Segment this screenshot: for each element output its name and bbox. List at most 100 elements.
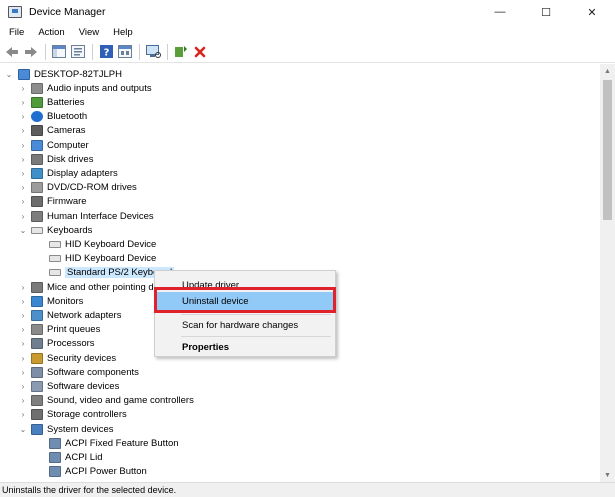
expand-icon[interactable]: › — [18, 95, 28, 109]
tree-category-item[interactable]: › Storage controllers — [18, 408, 127, 422]
keyboard-icon — [49, 255, 61, 263]
show-hide-console-tree-icon — [52, 45, 66, 58]
expand-icon[interactable]: › — [18, 81, 28, 95]
tree-category-item[interactable]: › Cameras — [18, 124, 86, 138]
expand-icon[interactable]: › — [18, 394, 28, 408]
device-manager-icon — [8, 6, 22, 18]
expand-icon[interactable]: › — [18, 294, 28, 308]
expand-icon[interactable]: › — [18, 152, 28, 166]
expand-icon[interactable]: › — [18, 181, 28, 195]
uninstall-device-button[interactable] — [191, 43, 209, 61]
menu-file[interactable]: File — [2, 24, 31, 41]
toolbar-separator — [92, 43, 93, 60]
tree-category-item[interactable]: › Software devices — [18, 379, 119, 393]
tree-item-label: Sound, video and game controllers — [47, 395, 194, 407]
tree-category-item[interactable]: › Bluetooth — [18, 110, 87, 124]
context-menu-scan-hardware[interactable]: Scan for hardware changes — [156, 316, 334, 334]
expand-icon[interactable]: › — [18, 351, 28, 365]
scan-hardware-button[interactable] — [144, 43, 162, 61]
tree-item-label: ACPI Power Button — [65, 466, 147, 478]
printer-icon — [31, 324, 43, 336]
scroll-down-icon[interactable]: ▼ — [600, 468, 615, 482]
expand-icon[interactable]: › — [18, 166, 28, 180]
menu-view[interactable]: View — [72, 24, 106, 41]
window-controls: — ☐ ✕ — [477, 0, 615, 24]
tree-device-item[interactable]: ACPI Power Button — [46, 465, 147, 479]
system-device-icon — [49, 451, 61, 463]
expand-icon[interactable]: › — [18, 138, 28, 152]
tree-root[interactable]: ⌄ DESKTOP-82TJLPH — [4, 67, 122, 81]
context-menu-properties[interactable]: Properties — [156, 338, 334, 356]
toolbar-separator — [167, 43, 168, 60]
dvd-icon — [31, 182, 43, 194]
tree-category-item[interactable]: › Monitors — [18, 294, 83, 308]
expand-icon[interactable]: › — [18, 408, 28, 422]
view-button[interactable] — [116, 43, 134, 61]
tree-category-item[interactable]: › Display adapters — [18, 166, 118, 180]
tree-category-item[interactable]: › Audio inputs and outputs — [18, 81, 152, 95]
display-icon — [31, 167, 43, 179]
tree-category-item[interactable]: › Software components — [18, 365, 139, 379]
scroll-up-icon[interactable]: ▲ — [600, 64, 615, 78]
back-button[interactable] — [3, 43, 21, 61]
maximize-button[interactable]: ☐ — [523, 0, 569, 24]
toolbar: ? — [0, 41, 615, 63]
tree-category-item[interactable]: › Security devices — [18, 351, 116, 365]
expand-icon[interactable]: › — [18, 323, 28, 337]
context-menu-separator — [181, 336, 331, 337]
tree-item-label: Bluetooth — [47, 111, 88, 123]
expand-icon[interactable]: › — [18, 110, 28, 124]
show-hide-console-tree-button[interactable] — [50, 43, 68, 61]
tree-category-item[interactable]: ⌄ System devices — [18, 422, 114, 436]
expand-icon[interactable]: › — [18, 195, 28, 209]
close-button[interactable]: ✕ — [569, 0, 615, 24]
tree-category-item[interactable]: › Human Interface Devices — [18, 209, 154, 223]
uninstall-callout-box — [154, 287, 336, 313]
expand-icon[interactable]: › — [18, 308, 28, 322]
tree-root-label: DESKTOP-82TJLPH — [34, 68, 122, 80]
tree-category-item[interactable]: › Disk drives — [18, 152, 93, 166]
help-button[interactable]: ? — [97, 43, 115, 61]
tree-device-item[interactable]: HID Keyboard Device — [46, 252, 156, 266]
tree-category-item[interactable]: › Batteries — [18, 95, 85, 109]
expand-icon[interactable]: › — [18, 124, 28, 138]
minimize-button[interactable]: — — [477, 0, 523, 24]
tree-category-item[interactable]: › DVD/CD-ROM drives — [18, 181, 137, 195]
tree-item-label: Security devices — [47, 352, 117, 364]
expand-icon[interactable]: › — [18, 379, 28, 393]
speaker-icon — [31, 82, 43, 94]
expand-icon[interactable]: › — [18, 365, 28, 379]
tree-category-item[interactable]: › Print queues — [18, 323, 100, 337]
expand-icon[interactable]: › — [18, 280, 28, 294]
storage-icon — [31, 409, 43, 421]
collapse-icon[interactable]: ⌄ — [4, 67, 14, 81]
scroll-thumb[interactable] — [603, 80, 612, 220]
help-icon: ? — [99, 45, 113, 58]
tree-item-label: Keyboards — [47, 224, 93, 236]
tree-category-item[interactable]: › Sound, video and game controllers — [18, 394, 194, 408]
scan-hardware-icon — [145, 45, 161, 58]
tree-item-label: HID Keyboard Device — [65, 253, 157, 265]
tree-item-label: Print queues — [47, 324, 101, 336]
tree-item-label: Cameras — [47, 125, 86, 137]
vertical-scrollbar[interactable]: ▲ ▼ — [600, 64, 615, 482]
properties-button[interactable] — [69, 43, 87, 61]
collapse-icon[interactable]: ⌄ — [18, 422, 28, 436]
context-menu: Update driver Uninstall device Scan for … — [154, 270, 336, 357]
tree-device-item[interactable]: ACPI Lid — [46, 450, 103, 464]
window-title: Device Manager — [29, 6, 106, 18]
tree-device-item[interactable]: HID Keyboard Device — [46, 237, 156, 251]
expand-icon[interactable]: › — [18, 209, 28, 223]
collapse-icon[interactable]: ⌄ — [18, 223, 28, 237]
menu-action[interactable]: Action — [31, 24, 71, 41]
tree-category-item[interactable]: › Computer — [18, 138, 89, 152]
tree-category-item[interactable]: › Processors — [18, 337, 95, 351]
tree-category-item[interactable]: › Network adapters — [18, 308, 121, 322]
expand-icon[interactable]: › — [18, 337, 28, 351]
tree-category-item[interactable]: ⌄ Keyboards — [18, 223, 93, 237]
update-driver-button[interactable] — [172, 43, 190, 61]
tree-device-item[interactable]: ACPI Fixed Feature Button — [46, 436, 179, 450]
menu-help[interactable]: Help — [106, 24, 140, 41]
tree-category-item[interactable]: › Firmware — [18, 195, 87, 209]
forward-button[interactable] — [22, 43, 40, 61]
